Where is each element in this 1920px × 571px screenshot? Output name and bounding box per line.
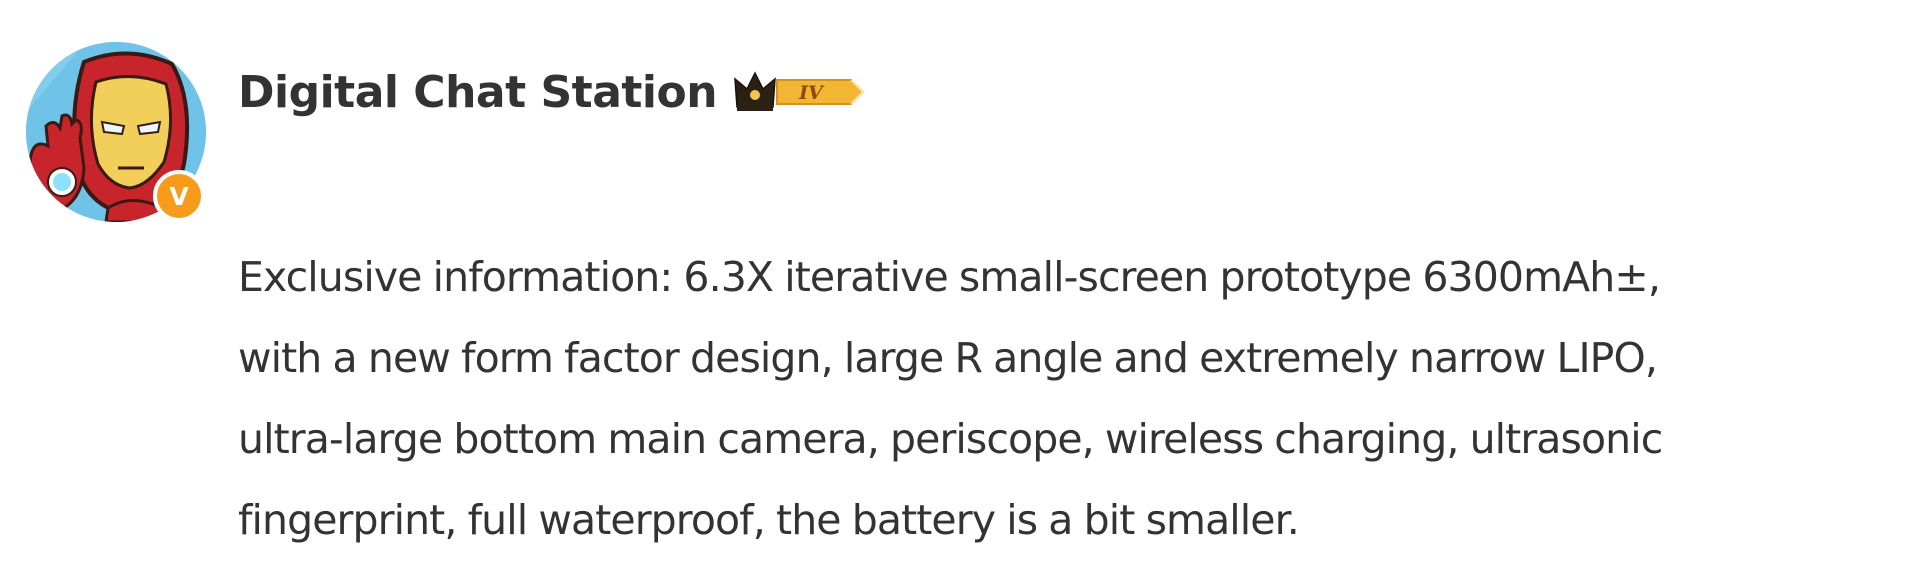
post-text-line: Exclusive information: 6.3X iterative sm… [238,253,1661,301]
vip-level-label: IV [798,82,825,104]
username[interactable]: Digital Chat Station [238,67,718,118]
author-row: Digital Chat Station IV [238,62,869,122]
verified-badge-icon: V [153,170,205,222]
weibo-post: V Digital Chat Station IV Exclusive info… [0,0,1920,571]
post-text-line: ultra-large bottom main camera, periscop… [238,415,1663,463]
post-text-line: fingerprint, full waterproof, the batter… [238,496,1300,544]
verified-mark: V [169,182,189,211]
post-text-line: with a new form factor design, large R a… [238,334,1658,382]
post-text: Exclusive information: 6.3X iterative sm… [238,237,1878,561]
crown-icon: IV [734,71,865,111]
vip-badge[interactable]: IV [733,67,869,117]
avatar-container: V [26,42,208,224]
